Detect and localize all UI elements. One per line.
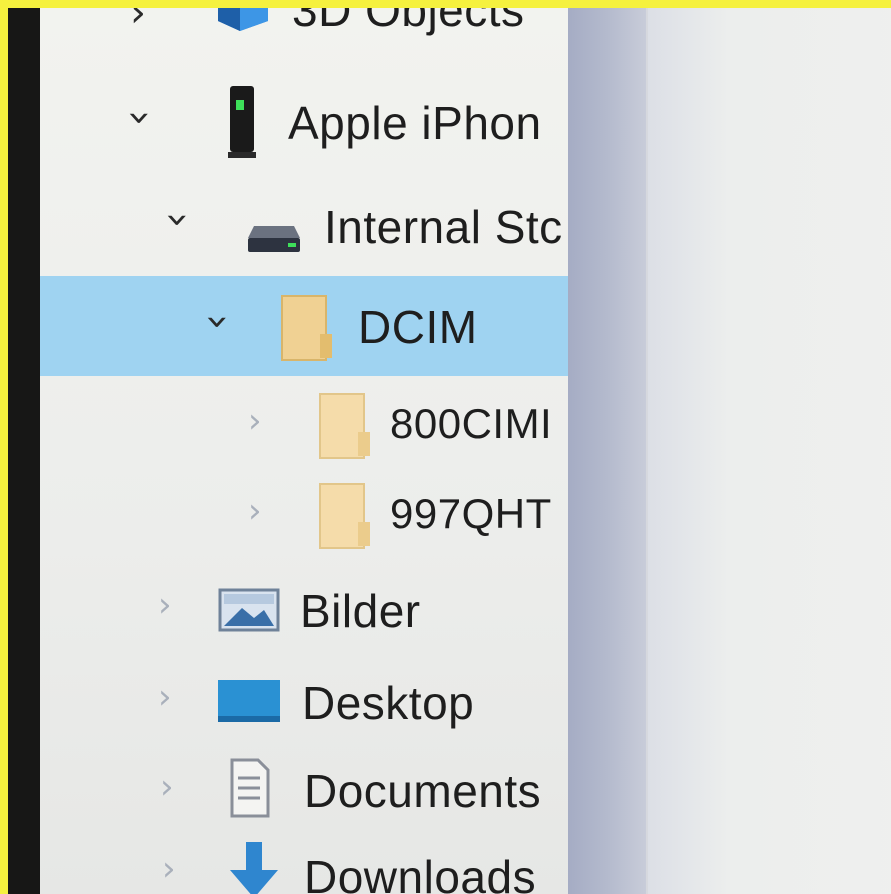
nav-item-label: 800CIMI [390, 400, 553, 447]
nav-item-label: Bilder [300, 585, 421, 637]
downloads-icon [226, 840, 282, 894]
nav-item-label: 3D Objects [292, 8, 525, 36]
nav-item-label: 997QHT [390, 490, 552, 537]
folder-icon [318, 482, 374, 555]
nav-item-800cimi[interactable]: › 800CIMI [40, 378, 568, 470]
navigation-pane: › 3D Objects › Apple iPhon › Internal St… [40, 8, 568, 894]
nav-item-apple-iphone[interactable]: › Apple iPhon [40, 76, 568, 168]
documents-icon [228, 758, 272, 823]
nav-item-label: DCIM [358, 301, 478, 353]
nav-item-997qht[interactable]: › 997QHT [40, 468, 568, 560]
desktop-icon [216, 678, 282, 729]
chevron-down-icon[interactable]: › [195, 314, 241, 330]
file-list-area[interactable] [648, 8, 891, 894]
nav-item-label: Internal Stc [324, 201, 563, 253]
chevron-down-icon[interactable]: › [155, 212, 201, 228]
nav-item-dcim[interactable]: › DCIM [40, 276, 568, 376]
3d-objects-icon [210, 8, 272, 36]
nav-item-label: Documents [304, 765, 542, 817]
iphone-device-icon [224, 84, 260, 165]
folder-icon [280, 294, 336, 367]
chevron-right-icon[interactable]: › [158, 588, 172, 622]
chevron-down-icon[interactable]: › [117, 110, 163, 126]
pictures-icon [218, 588, 280, 637]
nav-pane-scrollbar[interactable] [568, 8, 646, 894]
nav-item-bilder[interactable]: › Bilder [40, 562, 568, 654]
nav-item-internal-storage[interactable]: › Internal Stc [40, 178, 568, 270]
chevron-right-icon[interactable]: › [160, 770, 174, 804]
nav-item-downloads[interactable]: › Downloads [40, 830, 568, 894]
nav-item-3d-objects[interactable]: › 3D Objects [40, 8, 568, 55]
chevron-right-icon[interactable]: › [248, 494, 262, 528]
chevron-right-icon[interactable]: › [130, 8, 146, 33]
nav-item-desktop[interactable]: › Desktop [40, 652, 568, 744]
chevron-right-icon[interactable]: › [162, 852, 176, 886]
screen-frame: › 3D Objects › Apple iPhon › Internal St… [8, 8, 891, 894]
drive-icon [246, 224, 302, 259]
nav-item-label: Desktop [302, 677, 475, 729]
folder-icon [318, 392, 374, 465]
nav-item-label: Downloads [304, 851, 537, 894]
chevron-right-icon[interactable]: › [158, 680, 172, 714]
chevron-right-icon[interactable]: › [248, 404, 262, 438]
nav-item-label: Apple iPhon [288, 97, 542, 149]
nav-item-documents[interactable]: › Documents [40, 742, 568, 834]
